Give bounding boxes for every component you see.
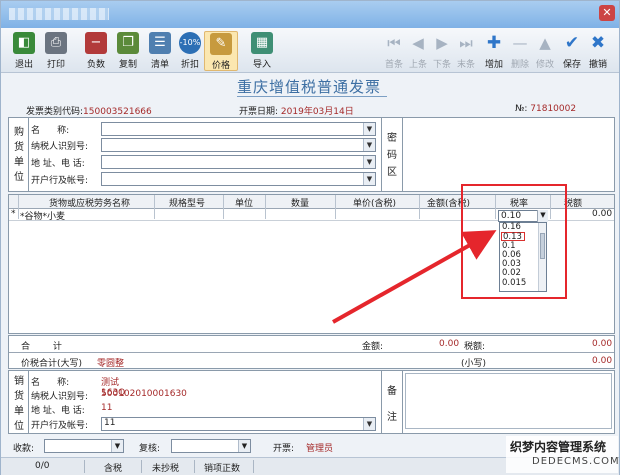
buyer-section: 购货单位 名 称: ▼ 纳税人识别号: ▼ 地 址、电 话: ▼ 开户行及帐号:… — [8, 117, 615, 192]
negative-icon: − — [85, 32, 107, 54]
exit-icon: ◧ — [13, 32, 35, 54]
reviewer-select[interactable]: ▼ — [171, 439, 251, 453]
price-button[interactable]: ✎ 价格 — [204, 31, 238, 71]
discount-icon: -10% — [179, 32, 201, 54]
chevron-down-icon[interactable]: ▼ — [363, 123, 375, 135]
toolbar: ◧ 退出 ⎙ 打印 − 负数 ❐ 复制 ☰ 清单 -10% 折扣 ✎ 价格 ▦ — [1, 28, 619, 73]
record-count: 0/0 — [35, 461, 50, 471]
buyer-name-select[interactable]: ▼ — [101, 122, 376, 136]
invoice-type-code: 发票类别代码:150003521666 — [26, 107, 152, 117]
title-bar: ✕ — [1, 1, 619, 28]
chevron-down-icon[interactable]: ▼ — [111, 440, 123, 452]
close-icon[interactable]: ✕ — [599, 5, 615, 21]
remark-textarea[interactable] — [405, 373, 612, 429]
seller-section: 销货单位 名 称: 测试163Q 纳税人识别号: 500102010001630… — [8, 370, 615, 434]
seller-side-label: 销货单位 — [14, 376, 24, 432]
buyer-address-select[interactable]: ▼ — [101, 155, 376, 169]
save-check-icon: ✔ — [564, 33, 580, 53]
tax-total: 0.00 — [592, 339, 613, 349]
buyer-taxid-select[interactable]: ▼ — [101, 138, 376, 152]
buyer-side-label: 购货单位 — [14, 127, 24, 183]
list-icon: ☰ — [149, 32, 171, 54]
remark-label: 备注 — [387, 386, 397, 423]
site-watermark: 织梦内容管理系统 DEDECMS.COM — [506, 436, 619, 473]
totals-section: 合 计 金额: 0.00 税额: 0.00 价税合计(大写) 零圆整 (小写) … — [8, 335, 615, 369]
status-document-type: 销项正数 — [204, 464, 241, 474]
seller-bank-select[interactable]: 11 ▼ — [101, 417, 376, 431]
goods-name-cell[interactable]: *谷物*小麦 — [20, 209, 65, 222]
add-icon: ✚ — [486, 33, 502, 53]
chevron-down-icon[interactable]: ▼ — [363, 418, 375, 430]
grand-total-words: 零圆整 — [97, 359, 125, 369]
payee-select[interactable]: ▼ — [44, 439, 124, 453]
invoice-number: №: 71810002 — [515, 104, 577, 114]
chevron-down-icon[interactable]: ▼ — [363, 173, 375, 185]
invoice-date: 开票日期: 2019年03月14日 — [239, 107, 354, 117]
issuer-name: 管理员 — [306, 444, 334, 454]
amount-total: 0.00 — [439, 339, 460, 349]
import-button[interactable]: ▦ 导入 — [245, 31, 279, 71]
chevron-down-icon[interactable]: ▼ — [363, 156, 375, 168]
exit-button[interactable]: ◧ 退出 — [7, 31, 41, 71]
copy-icon: ❐ — [117, 32, 139, 54]
status-not-copied: 未抄税 — [152, 464, 180, 474]
undo-button[interactable]: ✖ 撤销 — [581, 31, 615, 71]
password-area — [403, 118, 614, 191]
chevron-down-icon[interactable]: ▼ — [363, 139, 375, 151]
discount-button[interactable]: -10% 折扣 — [173, 31, 207, 71]
annotation-highlight-box — [461, 184, 567, 299]
copy-button[interactable]: ❐ 复制 — [111, 31, 145, 71]
status-tax-included: 含税 — [104, 464, 123, 474]
price-icon: ✎ — [210, 33, 232, 55]
last-record-icon: ⏭ — [459, 34, 473, 52]
buyer-bank-select[interactable]: ▼ — [101, 172, 376, 186]
edit-icon: ▲ — [539, 34, 551, 52]
invoice-title: 重庆增值税普通发票 — [237, 78, 382, 96]
chevron-down-icon[interactable]: ▼ — [238, 440, 250, 452]
password-area-label: 密码区 — [387, 133, 397, 178]
undo-icon: ✖ — [590, 33, 606, 53]
title-underline — [237, 96, 387, 97]
print-button[interactable]: ⎙ 打印 — [39, 31, 73, 71]
negative-button[interactable]: − 负数 — [79, 31, 113, 71]
grand-total-number: 0.00 — [592, 356, 613, 366]
list-button[interactable]: ☰ 清单 — [143, 31, 177, 71]
window-title-blurred — [9, 8, 109, 20]
printer-icon: ⎙ — [45, 32, 67, 54]
tax-cell: 0.00 — [592, 209, 613, 219]
import-icon: ▦ — [251, 32, 273, 54]
